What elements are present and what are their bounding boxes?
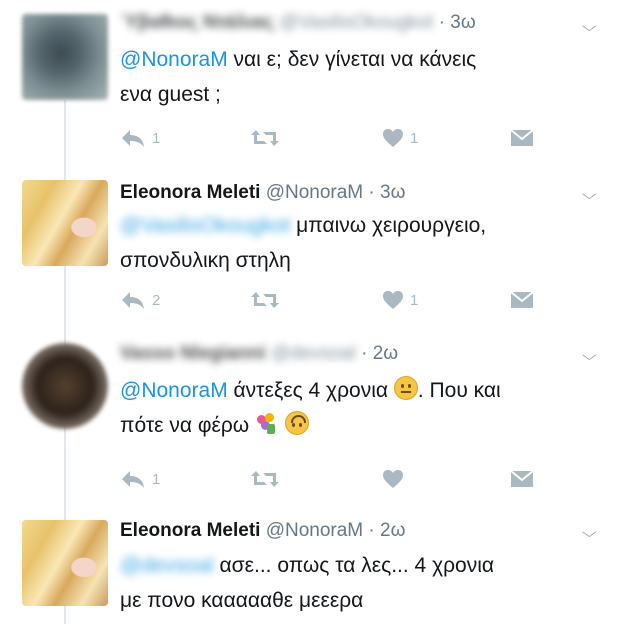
tweet-2[interactable]: Eleonora Meleti @NonoraM · 3ω ⌵ @Vasilis… — [0, 170, 620, 335]
tweet-text-line: . Που και — [417, 379, 501, 402]
message-icon — [510, 291, 534, 308]
mention-link[interactable]: @VasilisOkougkot — [120, 214, 290, 237]
reply-icon — [122, 292, 144, 309]
retweet-icon — [251, 471, 279, 487]
tweet-text-line: ασε... οπως τα λες... 4 χρονια — [213, 554, 495, 577]
avatar[interactable] — [22, 180, 108, 266]
reply-button[interactable]: 1 — [120, 469, 160, 489]
author-name[interactable]: Eleonora Meleti — [120, 520, 260, 541]
timestamp[interactable]: 2ω — [373, 343, 398, 364]
tweet-text-line: με πονο καααααθε μεεερα — [120, 589, 364, 612]
avatar[interactable] — [22, 14, 108, 100]
retweet-button[interactable] — [250, 290, 280, 310]
bouquet-emoji-icon — [255, 413, 279, 435]
like-button[interactable]: 1 — [382, 128, 418, 148]
author-handle[interactable]: @VasilisOkougkot — [279, 12, 433, 33]
separator: · — [361, 343, 368, 364]
tweet-text-line: σπονδυλικη στηλη — [120, 249, 291, 272]
timestamp[interactable]: 3ω — [380, 182, 405, 203]
mention-link[interactable]: @devsoal — [120, 554, 214, 577]
tweet-actions: 1 — [120, 469, 580, 495]
tweet-text: @VasilisOkougkot μπαινω χειρουργειο, σπο… — [120, 208, 600, 278]
reply-icon — [122, 130, 144, 147]
tweet-actions: 2 1 — [120, 290, 580, 316]
message-button[interactable] — [510, 128, 534, 148]
tweet-header: Eleonora Meleti @NonoraM · 2ω — [120, 520, 405, 542]
separator: · — [368, 182, 375, 203]
neutral-face-emoji-icon — [393, 376, 418, 400]
like-count: 1 — [410, 291, 419, 309]
retweet-icon — [251, 292, 279, 308]
upside-down-face-emoji-icon — [284, 411, 309, 435]
like-icon — [383, 470, 403, 488]
author-handle[interactable]: @devsoal — [271, 343, 356, 364]
like-count: 1 — [410, 129, 419, 147]
chevron-down-icon[interactable]: ⌵ — [582, 524, 597, 541]
author-handle[interactable]: @NonoraM — [266, 520, 363, 541]
message-icon — [510, 129, 534, 146]
chevron-down-icon[interactable]: ⌵ — [582, 18, 597, 35]
avatar[interactable] — [22, 343, 108, 429]
timestamp[interactable]: 3ω — [450, 12, 475, 33]
tweet-text: @NonoraM ναι ε; δεν γίνεται να κάνεις εν… — [120, 42, 600, 112]
reply-button[interactable]: 2 — [120, 290, 160, 310]
retweet-icon — [251, 130, 279, 146]
tweet-text: @devsoal ασε... οπως τα λες... 4 χρονια … — [120, 548, 600, 618]
reply-button[interactable]: 1 — [120, 128, 160, 148]
reply-count: 1 — [152, 470, 161, 488]
like-icon — [383, 291, 403, 309]
like-icon — [383, 129, 403, 147]
timestamp[interactable]: 2ω — [380, 520, 405, 541]
separator: · — [368, 520, 375, 541]
tweet-text-line: ναι ε; δεν γίνεται να κάνεις — [227, 48, 477, 71]
mention-link[interactable]: @NonoraM — [120, 379, 228, 402]
reply-count: 1 — [152, 129, 161, 147]
avatar[interactable] — [22, 520, 108, 606]
message-button[interactable] — [510, 290, 534, 310]
tweet-text-line: άντεξες 4 χρονια — [227, 379, 394, 402]
retweet-button[interactable] — [250, 469, 280, 489]
separator: · — [438, 12, 445, 33]
author-handle[interactable]: @NonoraM — [266, 182, 363, 203]
tweet-text: @NonoraM άντεξες 4 χρονια . Που και πότε… — [120, 373, 600, 443]
tweet-header: Vasso Nlegianni @devsoal · 2ω — [120, 343, 398, 365]
reply-icon — [122, 471, 144, 488]
chevron-down-icon[interactable]: ⌵ — [582, 186, 597, 203]
author-name[interactable]: Vasso Nlegianni — [120, 343, 266, 364]
tweet-3[interactable]: Vasso Nlegianni @devsoal · 2ω ⌵ @NonoraM… — [0, 335, 620, 510]
reply-count: 2 — [152, 291, 161, 309]
chevron-down-icon[interactable]: ⌵ — [582, 347, 597, 364]
retweet-button[interactable] — [250, 128, 280, 148]
like-button[interactable] — [382, 469, 404, 489]
mention-link[interactable]: @NonoraM — [120, 48, 228, 71]
tweet-header: Eleonora Meleti @NonoraM · 3ω — [120, 182, 405, 204]
tweet-text-line: ενα guest ; — [120, 83, 221, 106]
author-name[interactable]: Eleonora Meleti — [120, 182, 260, 203]
message-button[interactable] — [510, 469, 534, 489]
message-icon — [510, 470, 534, 487]
author-name[interactable]: Ύβαθιος Ντάλιας — [120, 12, 274, 33]
tweet-1[interactable]: Ύβαθιος Ντάλιας @VasilisOkougkot · 3ω ⌵ … — [0, 0, 620, 170]
tweet-text-line: μπαινω χειρουργειο, — [290, 214, 487, 237]
tweet-actions: 1 1 — [120, 128, 580, 154]
tweet-4[interactable]: Eleonora Meleti @NonoraM · 2ω ⌵ @devsoal… — [0, 510, 620, 624]
tweet-text-line: πότε να φέρω — [120, 414, 255, 437]
tweet-header: Ύβαθιος Ντάλιας @VasilisOkougkot · 3ω — [120, 12, 476, 34]
like-button[interactable]: 1 — [382, 290, 418, 310]
